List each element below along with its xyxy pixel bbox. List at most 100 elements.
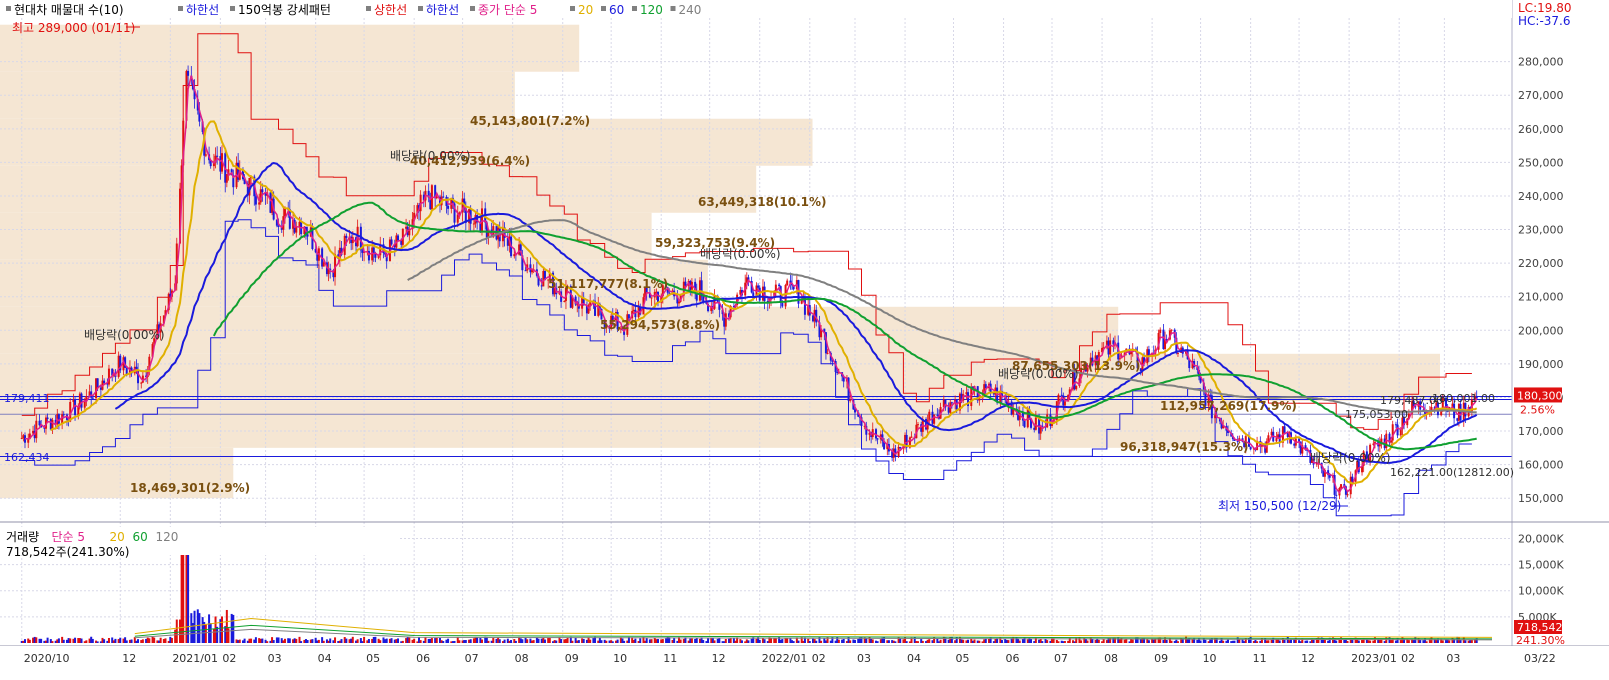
date-tick-label: 09 bbox=[565, 652, 579, 665]
volume-bar bbox=[476, 637, 479, 643]
volume-bar bbox=[967, 639, 970, 643]
date-tick-label: 07 bbox=[1054, 652, 1068, 665]
legend-item: 종가 단순 5 bbox=[478, 3, 537, 17]
volume-bar bbox=[1030, 638, 1033, 643]
volume-bar bbox=[1131, 639, 1134, 643]
candle-body bbox=[950, 402, 953, 404]
volume-bar bbox=[345, 638, 348, 643]
volume-bar bbox=[560, 639, 563, 643]
volume-bar bbox=[1120, 637, 1123, 643]
price-tick-label: 270,000 bbox=[1518, 89, 1564, 102]
price-tick-label: 260,000 bbox=[1518, 123, 1564, 136]
volume-bar bbox=[955, 637, 958, 643]
candle-body bbox=[38, 420, 41, 426]
candle-body bbox=[656, 291, 659, 303]
date-tick-label: 03 bbox=[268, 652, 282, 665]
date-tick-label: 04 bbox=[318, 652, 332, 665]
volume-bar bbox=[480, 639, 483, 643]
date-tick-label: 08 bbox=[515, 652, 529, 665]
candle-body bbox=[390, 239, 393, 245]
volume-bar bbox=[170, 637, 173, 643]
legend-marker-icon bbox=[470, 6, 475, 11]
dividend-label: 배당락(0.00%) bbox=[998, 367, 1079, 381]
volume-bar bbox=[589, 639, 592, 643]
price-cluster-label: 180,001.00 bbox=[1432, 392, 1495, 405]
volume-bar bbox=[424, 637, 427, 643]
candle-body bbox=[1023, 420, 1026, 428]
candle-body bbox=[62, 414, 65, 416]
date-tick-label: 11 bbox=[1253, 652, 1267, 665]
volume-bar bbox=[1306, 640, 1309, 643]
candle-body bbox=[96, 378, 99, 388]
volume-bar bbox=[487, 640, 490, 643]
volume-bar bbox=[656, 639, 659, 643]
candle-body bbox=[1176, 352, 1179, 354]
volume-bar bbox=[548, 637, 551, 643]
volume-bar bbox=[1165, 639, 1168, 643]
volume-bar bbox=[204, 624, 207, 643]
volume-bar bbox=[1007, 640, 1010, 643]
candle-body bbox=[899, 446, 902, 449]
candle-body bbox=[781, 302, 784, 307]
volume-bar bbox=[464, 640, 467, 643]
volume-bar bbox=[1335, 640, 1338, 643]
legend-item: 하한선 bbox=[426, 3, 459, 17]
volume-bar bbox=[815, 640, 818, 643]
volume-bar bbox=[1448, 640, 1451, 643]
price-tick-label: 210,000 bbox=[1518, 291, 1564, 304]
volume-bar bbox=[198, 613, 201, 643]
volume-bar bbox=[216, 626, 219, 643]
current-volume-pct: 241.30% bbox=[1516, 634, 1565, 647]
candle-body bbox=[1328, 475, 1331, 478]
volume-bar bbox=[209, 623, 212, 643]
stock-chart[interactable]: 150,000160,000170,000180,000190,000200,0… bbox=[0, 0, 1609, 680]
volume-bar bbox=[430, 638, 433, 643]
volume-bar bbox=[673, 637, 676, 643]
candle-body bbox=[702, 296, 705, 302]
volume-bar bbox=[175, 619, 178, 643]
volume-bar bbox=[650, 639, 653, 643]
volume-bar bbox=[571, 640, 574, 643]
dividend-label: 배당락(0.00%) bbox=[390, 149, 471, 163]
volume-bar bbox=[385, 638, 388, 643]
volume-bar bbox=[141, 639, 144, 643]
volume-profile-label: 45,143,801(7.2%) bbox=[470, 114, 590, 128]
candle-body bbox=[46, 417, 49, 419]
volume-bar bbox=[1063, 641, 1066, 643]
volume-bar bbox=[537, 638, 540, 643]
volume-bar bbox=[51, 641, 54, 643]
volume-bar bbox=[849, 640, 852, 643]
volume-bar bbox=[311, 639, 314, 643]
candle-body bbox=[800, 300, 803, 304]
volume-bar bbox=[148, 638, 151, 643]
volume-bar bbox=[702, 640, 705, 643]
volume-bar bbox=[695, 638, 698, 643]
legend-marker-icon bbox=[366, 6, 371, 11]
volume-bar bbox=[40, 638, 43, 643]
volume-bar bbox=[283, 638, 286, 643]
volume-bar bbox=[91, 638, 94, 643]
volume-bar bbox=[114, 638, 117, 643]
volume-bar bbox=[514, 640, 517, 643]
volume-profile-label: 55,294,573(8.8%) bbox=[600, 318, 720, 332]
candle-body bbox=[826, 352, 829, 354]
volume-bar bbox=[1464, 640, 1467, 643]
volume-bar bbox=[661, 639, 664, 643]
volume-bar bbox=[853, 640, 856, 643]
candle-body bbox=[254, 196, 257, 205]
date-tick-label: 05 bbox=[366, 652, 380, 665]
volume-bar bbox=[1369, 640, 1372, 643]
volume-bar bbox=[605, 640, 608, 643]
volume-bar bbox=[747, 640, 750, 643]
volume-bar bbox=[356, 639, 359, 643]
date-tick-label: 07 bbox=[465, 652, 479, 665]
header-band bbox=[0, 0, 1512, 18]
volume-tick-label: 20,000K bbox=[1518, 532, 1564, 545]
volume-bar bbox=[367, 639, 370, 643]
volume-bar bbox=[254, 637, 257, 643]
candle-body bbox=[103, 380, 106, 384]
date-tick-label: 05 bbox=[956, 652, 970, 665]
date-tick-label: 06 bbox=[1006, 652, 1020, 665]
volume-bar bbox=[1278, 640, 1281, 643]
volume-header: 거래량 단순 5 20 60 120 718,542주(241.30%) bbox=[0, 527, 400, 559]
